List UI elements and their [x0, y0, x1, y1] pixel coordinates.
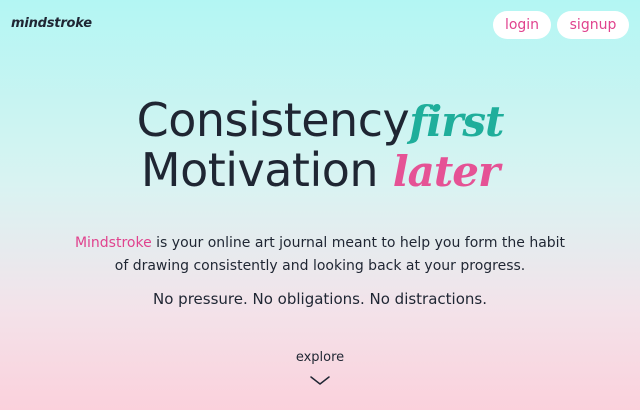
hero-word-motivation: Motivation: [140, 143, 379, 197]
explore-link[interactable]: explore: [0, 350, 640, 365]
brand-name: Mindstroke: [74, 235, 152, 251]
hero-word-consistency: Consistency: [136, 93, 410, 147]
hero-word-first: first: [409, 97, 504, 146]
description-text-1: is your online art journal meant to help…: [151, 235, 566, 251]
tagline: No pressure. No obligations. No distract…: [153, 290, 487, 308]
hero-line-2: Motivation later: [0, 146, 640, 196]
description: Mindstroke is your online art journal me…: [60, 232, 580, 278]
description-text-2: of drawing consistently and looking back…: [114, 258, 526, 274]
hero-line-1: Consistencyfirst: [0, 96, 640, 146]
hero-word-later: later: [392, 147, 500, 196]
hero-heading: Consistencyfirst Motivation later: [0, 96, 640, 196]
header-nav: login signup: [493, 11, 629, 39]
chevron-down-icon[interactable]: [310, 376, 330, 386]
signup-button[interactable]: signup: [557, 11, 629, 39]
login-button[interactable]: login: [493, 11, 551, 39]
logo[interactable]: mindstroke: [11, 16, 92, 31]
